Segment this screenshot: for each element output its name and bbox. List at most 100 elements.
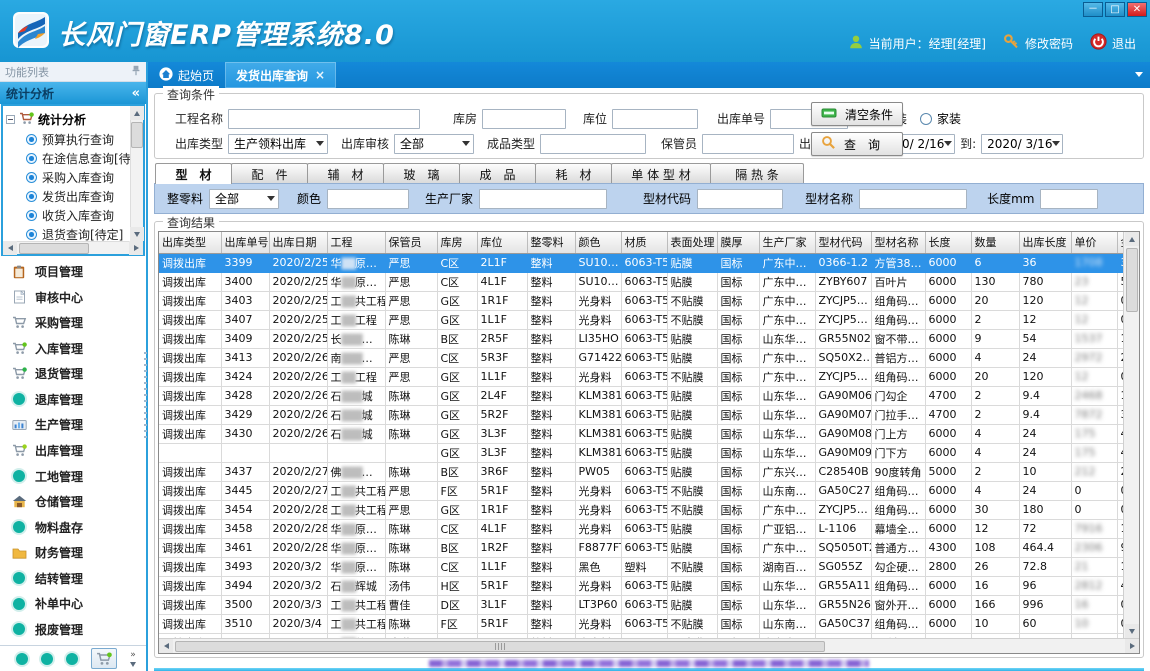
table-vertical-scrollbar[interactable] [1123, 232, 1139, 638]
scroll-down-icon[interactable] [1125, 624, 1139, 638]
scroll-left-icon[interactable] [159, 639, 173, 653]
tree-expander-icon[interactable] [6, 115, 15, 124]
material-tab-1[interactable]: 型 材 [155, 163, 232, 184]
table-row[interactable]: 调拨出库34542020/2/28工██共工程严思G区1R1F整料光身料6063… [159, 500, 1123, 519]
project-name-input[interactable] [228, 109, 420, 129]
product-type-input[interactable] [540, 134, 646, 154]
sidebar-item-退货管理[interactable]: 退货管理 [0, 362, 146, 386]
color-input[interactable] [327, 189, 409, 209]
location-input[interactable] [612, 109, 698, 129]
search-button[interactable]: 查 询 [811, 132, 903, 156]
radio-jiazhuang[interactable] [920, 113, 932, 125]
column-header-型材名称[interactable]: 型材名称 [871, 232, 925, 253]
sidebar-splitter[interactable] [144, 352, 147, 442]
column-header-工程[interactable]: 工程 [327, 232, 385, 253]
scroll-right-icon[interactable] [1125, 639, 1139, 653]
material-tab-2[interactable]: 配 件 [231, 163, 308, 184]
sidebar-item-财务管理[interactable]: 财务管理 [0, 541, 146, 565]
column-header-数量[interactable]: 数量 [971, 232, 1019, 253]
audit-select[interactable]: 全部 [394, 134, 474, 154]
table-row[interactable]: 调拨出库34292020/2/26石███城陈琳G区5R2F整料KLM38176… [159, 405, 1123, 424]
zl-select[interactable]: 全部 [209, 189, 279, 209]
column-header-保管员[interactable]: 保管员 [385, 232, 437, 253]
column-header-库位[interactable]: 库位 [477, 232, 527, 253]
tree-item-在途信息查询[待[interactable]: 在途信息查询[待 [6, 149, 130, 168]
column-header-出库单号[interactable]: 出库单号 [221, 232, 269, 253]
column-header-长度[interactable]: 长度 [925, 232, 971, 253]
tab-overflow-icon[interactable] [1135, 72, 1143, 77]
tree-item-收货入库查询[interactable]: 收货入库查询 [6, 206, 130, 225]
close-button[interactable]: ✕ [1127, 2, 1147, 17]
material-tab-7[interactable]: 单 体 型 材 [611, 163, 711, 184]
table-row[interactable]: 调拨出库34452020/2/27工██共工程严思F区5R1F整料光身料6063… [159, 481, 1123, 500]
table-row[interactable]: 调拨出库34032020/2/25工██共工程严思G区1R1F整料光身料6063… [159, 291, 1123, 310]
sidebar-item-工地管理[interactable]: 工地管理 [0, 464, 146, 488]
tree-item-预算执行查询[interactable]: 预算执行查询 [6, 130, 130, 149]
scroll-down-icon[interactable] [130, 227, 144, 241]
column-header-型材代码[interactable]: 型材代码 [815, 232, 871, 253]
more-modules-button[interactable]: » [130, 651, 136, 667]
pin-icon[interactable] [131, 65, 141, 79]
column-header-库房[interactable]: 库房 [437, 232, 477, 253]
column-header-出库类型[interactable]: 出库类型 [159, 232, 221, 253]
sidebar-item-补单中心[interactable]: 补单中心 [0, 592, 146, 616]
column-header-表面处理[interactable]: 表面处理 [667, 232, 717, 253]
tree-horizontal-scrollbar[interactable] [3, 241, 143, 254]
table-row[interactable]: 调拨出库34302020/2/26石███城陈琳G区3L3F整料KLM38176… [159, 424, 1123, 443]
material-tab-4[interactable]: 玻 璃 [383, 163, 460, 184]
warehouse-input[interactable] [482, 109, 566, 129]
scroll-up-icon[interactable] [130, 106, 144, 120]
table-row[interactable]: 调拨出库35102020/3/4工██共工程陈琳F区5R1F整料光身料6063-… [159, 614, 1123, 633]
length-input[interactable] [1040, 189, 1098, 209]
sidebar-item-审核中心[interactable]: 审核中心 [0, 285, 146, 309]
sidebar-item-仓储管理[interactable]: 仓储管理 [0, 490, 146, 514]
tree-item-退货查询[待定][interactable]: 退货查询[待定] [6, 225, 130, 241]
table-row[interactable]: 调拨出库34372020/2/27佛███…陈琳B区3R6F整料PW056063… [159, 462, 1123, 481]
sidebar-group-statistics[interactable]: 统计分析 « [0, 82, 146, 104]
sidebar-item-项目管理[interactable]: 项目管理 [0, 260, 146, 284]
clear-conditions-button[interactable]: 清空条件 [811, 102, 903, 126]
material-tab-8[interactable]: 隔 热 条 [710, 163, 804, 184]
material-tab-6[interactable]: 耗 材 [535, 163, 612, 184]
table-row[interactable]: 调拨出库33992020/2/25华██原…严思C区2L1F整料SU10…606… [159, 253, 1123, 272]
column-header-出库长度[interactable]: 出库长度 [1019, 232, 1071, 253]
table-row[interactable]: 调拨出库34092020/2/25长███…陈琳B区2R5F整料LI35HO60… [159, 329, 1123, 348]
column-header-材质[interactable]: 材质 [621, 232, 667, 253]
material-tab-3[interactable]: 辅 材 [307, 163, 384, 184]
logout-button[interactable]: 退出 [1090, 33, 1136, 53]
date-to-picker[interactable]: 2020/ 3/16 [981, 134, 1063, 154]
table-hscroll-thumb[interactable] [175, 641, 825, 652]
scroll-right-icon[interactable] [129, 241, 143, 255]
module-dot-icon[interactable] [16, 653, 28, 665]
table-vscroll-thumb[interactable] [1126, 248, 1138, 312]
column-header-单价[interactable]: 单价 [1071, 232, 1117, 253]
module-dot-icon[interactable] [66, 653, 78, 665]
maximize-button[interactable]: □ [1105, 2, 1125, 17]
tab-shipment-outbound-query[interactable]: 发货出库查询 × [225, 62, 336, 88]
collapse-icon[interactable]: « [132, 86, 140, 101]
table-row[interactable]: 调拨出库34072020/2/25工██工程严思G区1L1F整料光身料6063-… [159, 310, 1123, 329]
sidebar-item-采购管理[interactable]: 采购管理 [0, 311, 146, 335]
keeper-input[interactable] [702, 134, 794, 154]
table-row[interactable]: 调拨出库34002020/2/25华██原…严思C区4L1F整料SU10…606… [159, 272, 1123, 291]
tab-home[interactable]: 起始页 [148, 62, 225, 88]
column-header-生产厂家[interactable]: 生产厂家 [759, 232, 815, 253]
tree-item-采购入库查询[interactable]: 采购入库查询 [6, 168, 130, 187]
outbound-type-select[interactable]: 生产领料出库 [228, 134, 328, 154]
material-tab-5[interactable]: 成 品 [459, 163, 536, 184]
tree-root-statistics[interactable]: 统计分析 [6, 109, 130, 130]
sidebar-item-物料盘存[interactable]: 物料盘存 [0, 515, 146, 539]
table-row[interactable]: 调拨出库34132020/2/26南███…严思C区5R3F整料G7142260… [159, 348, 1123, 367]
sidebar-item-入库管理[interactable]: 入库管理 [0, 336, 146, 360]
table-row[interactable]: 调拨出库34612020/2/28华██原…陈琳B区1R2F整料F8877FT6… [159, 538, 1123, 557]
minimize-button[interactable]: － [1083, 2, 1103, 17]
table-row[interactable]: 调拨出库34282020/2/26石███城陈琳G区2L4F整料KLM38176… [159, 386, 1123, 405]
tree-hscroll-thumb[interactable] [19, 243, 89, 254]
sidebar-item-退库管理[interactable]: 退库管理 [0, 387, 146, 411]
change-password-button[interactable]: 修改密码 [1003, 33, 1073, 53]
scroll-up-icon[interactable] [1125, 232, 1139, 246]
tree-scroll-thumb[interactable] [131, 122, 143, 148]
sidebar-item-结转管理[interactable]: 结转管理 [0, 566, 146, 590]
tree-vertical-scrollbar[interactable] [130, 106, 143, 241]
factory-input[interactable] [479, 189, 607, 209]
